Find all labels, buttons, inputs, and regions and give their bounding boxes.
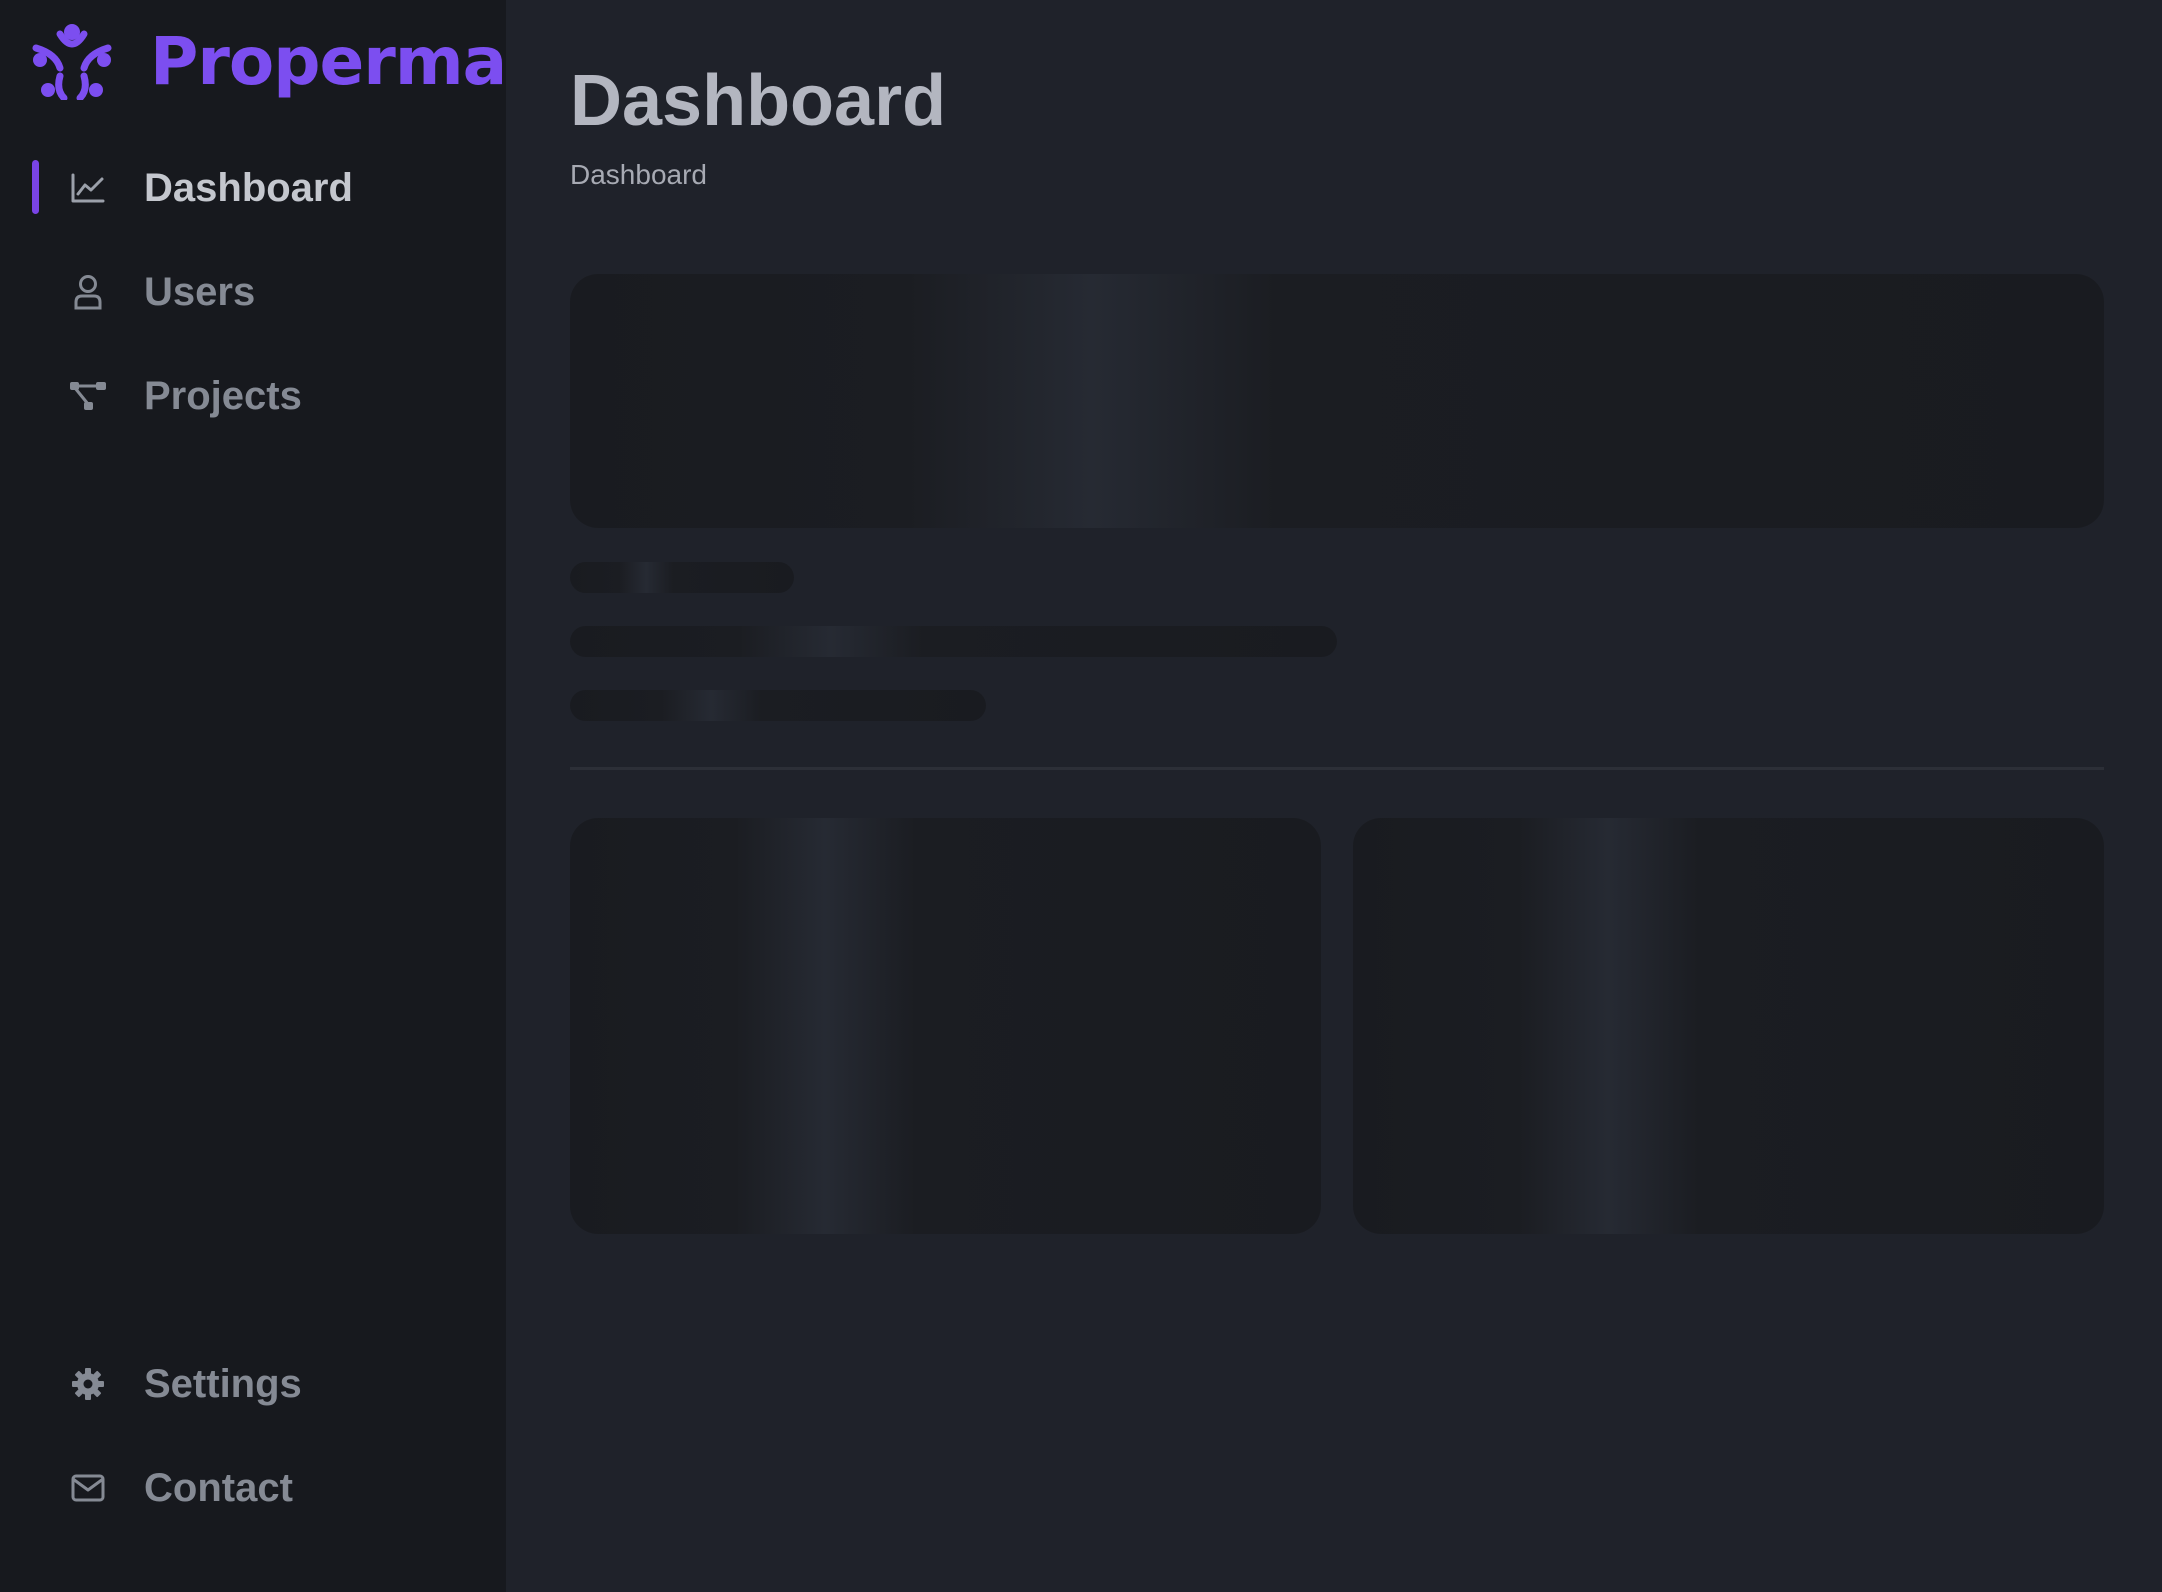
sidebar-item-settings[interactable]: Settings: [0, 1346, 506, 1450]
hierarchy-icon: [68, 376, 108, 416]
envelope-icon: [68, 1468, 108, 1508]
sidebar-item-label: Contact: [144, 1466, 293, 1510]
sidebar-item-users[interactable]: Users: [0, 254, 506, 358]
loading-skeleton-card: [570, 818, 1321, 1234]
loading-skeleton-line: [570, 562, 794, 593]
app-root: Properma Dashboard Users Projects Settin…: [0, 0, 2162, 1592]
loading-skeleton-line: [570, 690, 986, 721]
breadcrumb[interactable]: Dashboard: [570, 158, 707, 192]
sidebar-item-label: Settings: [144, 1362, 302, 1406]
gear-icon: [68, 1364, 108, 1404]
user-icon: [68, 272, 108, 312]
divider: [570, 767, 2104, 770]
sidebar-item-label: Dashboard: [144, 166, 353, 210]
sidebar-item-projects[interactable]: Projects: [0, 358, 506, 462]
sidebar-item-label: Projects: [144, 374, 302, 418]
loading-skeleton-line: [570, 626, 1337, 657]
line-chart-icon: [68, 168, 108, 208]
active-indicator: [32, 264, 39, 318]
active-indicator: [32, 368, 39, 422]
sidebar-nav: Dashboard Users Projects: [0, 150, 506, 462]
brand-name: Properma: [150, 23, 507, 100]
sidebar: Properma Dashboard Users Projects Settin…: [0, 0, 507, 1592]
sidebar-bottom-nav: Settings Contact: [0, 1346, 506, 1554]
main-content: Dashboard Dashboard: [506, 0, 2162, 1592]
sidebar-item-label: Users: [144, 270, 256, 314]
active-indicator: [32, 160, 39, 214]
page-title: Dashboard: [570, 61, 947, 141]
sidebar-item-dashboard[interactable]: Dashboard: [0, 150, 506, 254]
properma-logo-icon: [32, 24, 112, 100]
loading-skeleton-card: [1353, 818, 2104, 1234]
brand[interactable]: Properma: [30, 22, 507, 102]
loading-skeleton-banner: [570, 274, 2104, 528]
sidebar-item-contact[interactable]: Contact: [0, 1450, 506, 1554]
